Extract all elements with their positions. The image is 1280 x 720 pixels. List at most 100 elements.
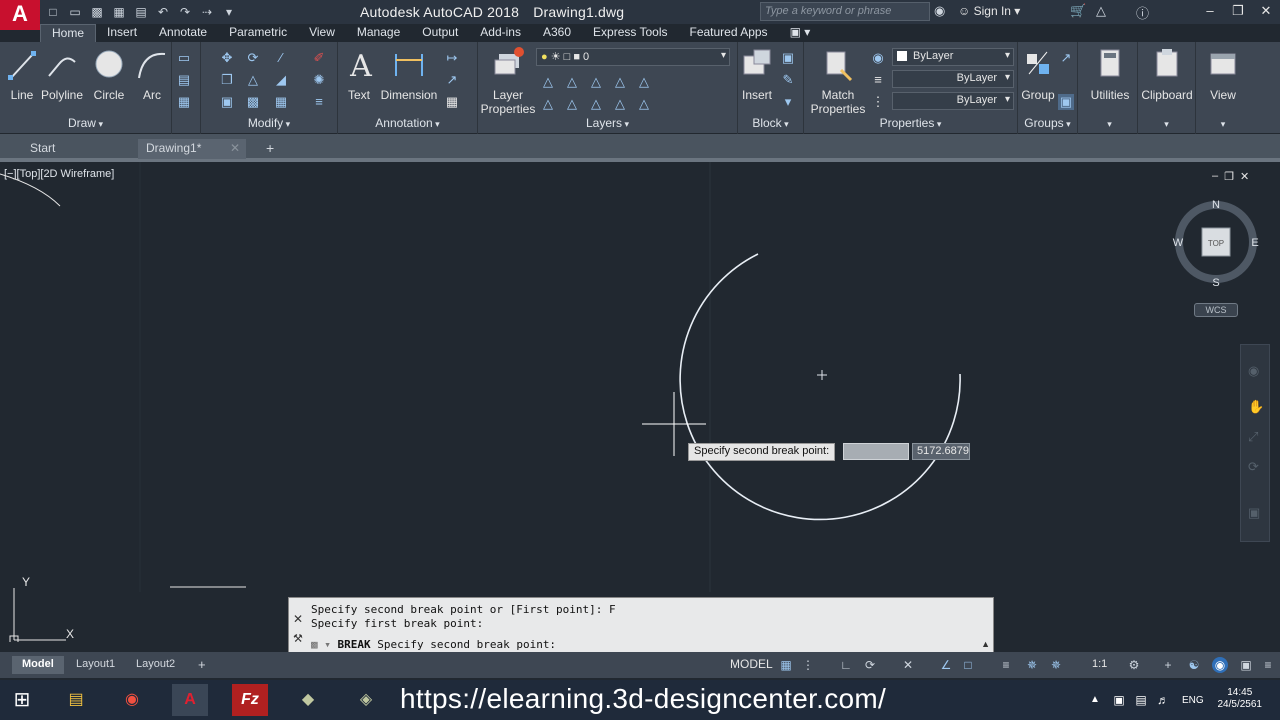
linetype-dropdown[interactable]: ByLayer [892,70,1014,88]
layer-dropdown[interactable]: ● ☀ □ ■ 0 [536,48,730,66]
restore-icon[interactable]: ❐ [1224,0,1252,24]
layers-panel-title[interactable]: Layers [478,116,737,132]
utilities-button[interactable]: Utilities [1084,46,1136,102]
clean-screen-icon[interactable]: ▣ [1238,657,1254,673]
tab-output[interactable]: Output [411,24,469,42]
tab-drawing1[interactable]: Drawing1* ✕ [138,139,246,159]
tab-a360[interactable]: A360 [532,24,582,42]
add-layout-icon[interactable]: + [188,656,216,674]
modify-panel-title[interactable]: Modify [201,116,337,132]
wrench-icon[interactable]: ⚒ [293,632,303,645]
create-block-icon[interactable]: ▣ [780,50,796,66]
volume-icon[interactable]: ♬ [1154,684,1172,716]
language-indicator[interactable]: ENG [1182,695,1204,706]
arc-button[interactable]: Arc [134,46,170,102]
print-icon[interactable]: ▤ [132,3,150,21]
orbit-icon[interactable]: ⟳ [1248,459,1259,475]
help-icon[interactable]: ⓘ [1136,3,1149,22]
dynamic-input-field[interactable] [843,443,909,460]
lineweight-dropdown[interactable]: ByLayer [892,92,1014,110]
edit-block-icon[interactable]: ✎ [780,72,796,88]
zoom-extents-icon[interactable]: ⤢ [1248,429,1258,445]
tray-icon-2[interactable]: ▤ [1132,684,1150,716]
isolate-objects-icon[interactable]: ◉ [1212,657,1228,673]
hatch-icon[interactable]: ▤ [176,72,192,88]
autocad-taskbar-icon[interactable]: A [172,684,208,716]
snap-icon[interactable]: ⋮ [800,657,816,673]
tab-view[interactable]: View [298,24,346,42]
linetype-icon[interactable]: ≡ [870,72,886,88]
redo-icon[interactable]: ↷ [176,3,194,21]
text-button[interactable]: A Text [344,46,374,102]
save-as-icon[interactable]: ▦ [110,3,128,21]
clipboard-button[interactable]: Clipboard [1138,46,1196,102]
ribbon-options-icon[interactable]: ▣ ▾ [779,24,822,42]
tab-model[interactable]: Model [12,656,64,674]
tab-featured-apps[interactable]: Featured Apps [679,24,779,42]
properties-panel-title[interactable]: Properties [804,116,1017,132]
linear-dim-icon[interactable]: ↦ [444,50,460,66]
group-button[interactable]: Group [1020,46,1056,102]
explode-icon[interactable]: ✺ [311,72,327,88]
lineweight-icon[interactable]: ⋮ [870,94,886,110]
application-menu-button[interactable]: A [0,0,40,30]
workspace-gear-icon[interactable]: ⚙ [1126,657,1142,673]
rotate-icon[interactable]: ⟳ [245,50,261,66]
color-dropdown[interactable]: ByLayer [892,48,1014,66]
dimension-button[interactable]: Dimension [380,46,438,102]
grid-icon[interactable]: ▦ [778,657,794,673]
object-snap-icon[interactable]: □ [960,657,976,673]
tray-icon-1[interactable]: ▣ [1110,684,1128,716]
color-wheel-icon[interactable]: ◉ [870,50,886,66]
circle-button[interactable]: Circle [88,46,130,102]
chrome-icon[interactable]: ◉ [114,684,150,716]
layer-properties-button[interactable]: Layer Properties [480,46,536,116]
filezilla-icon[interactable]: Fz [232,684,268,716]
units-icon[interactable]: ☯ [1186,657,1202,673]
gradient-icon[interactable]: ▦ [176,94,192,110]
mirror-icon[interactable]: △ [245,72,261,88]
close-icon[interactable]: ✕ [293,612,303,626]
tab-manage[interactable]: Manage [346,24,411,42]
showmotion-icon[interactable]: ▣ [1248,505,1260,521]
tab-express-tools[interactable]: Express Tools [582,24,678,42]
app-icon-2[interactable]: ◈ [348,684,384,716]
leader-icon[interactable]: ↗ [444,72,460,88]
offset-icon[interactable]: ≡ [311,94,327,110]
chevron-up-icon[interactable]: ▲ [1088,684,1102,716]
tab-home[interactable]: Home [40,24,97,42]
recent-commands-icon[interactable]: ▩ ▾ [311,638,331,651]
layer-unlock-icon[interactable]: △ [612,96,628,112]
save-icon[interactable]: ▩ [88,3,106,21]
fillet-icon[interactable]: ◢ [273,72,289,88]
autoscale-icon[interactable]: ✵ [1048,657,1064,673]
dynamic-input-coordinate[interactable]: 5172.6879 [912,443,970,460]
tab-insert[interactable]: Insert [96,24,148,42]
minimize-icon[interactable]: – [1196,0,1224,24]
lineweight-toggle-icon[interactable]: ≡ [998,657,1014,673]
layer-previous-icon[interactable]: △ [636,96,652,112]
layer-lock-icon[interactable]: △ [612,74,628,90]
viewcube[interactable]: TOP N S E W [1170,198,1262,290]
object-snap-tracking-icon[interactable]: ∠ [938,657,954,673]
app-icon-1[interactable]: ◆ [290,684,326,716]
tab-addins[interactable]: Add-ins [469,24,532,42]
scale-icon[interactable]: ▩ [245,94,261,110]
polar-icon[interactable]: ⟳ [862,657,878,673]
table-icon[interactable]: ▦ [444,94,460,110]
share-icon[interactable]: ⇢ [198,3,216,21]
chevron-up-icon[interactable]: ▲ [981,639,990,649]
edit-attributes-icon[interactable]: ▾ [780,94,796,110]
sign-in-button[interactable]: ☺ Sign In ▾ [958,4,1020,18]
annotation-panel-title[interactable]: Annotation [338,116,477,132]
view-panel-title[interactable] [1196,116,1250,132]
pan-icon[interactable]: ✋ [1248,399,1264,415]
tab-start[interactable]: Start [22,139,63,159]
stretch-icon[interactable]: ▣ [219,94,235,110]
polyline-button[interactable]: Polyline [40,46,84,102]
layer-freeze-icon[interactable]: △ [588,74,604,90]
annotation-visibility-icon[interactable]: ✵ [1024,657,1040,673]
layer-unisolate-icon[interactable]: △ [564,96,580,112]
close-icon[interactable]: ✕ [1252,0,1280,24]
open-file-icon[interactable]: ▭ [66,3,84,21]
